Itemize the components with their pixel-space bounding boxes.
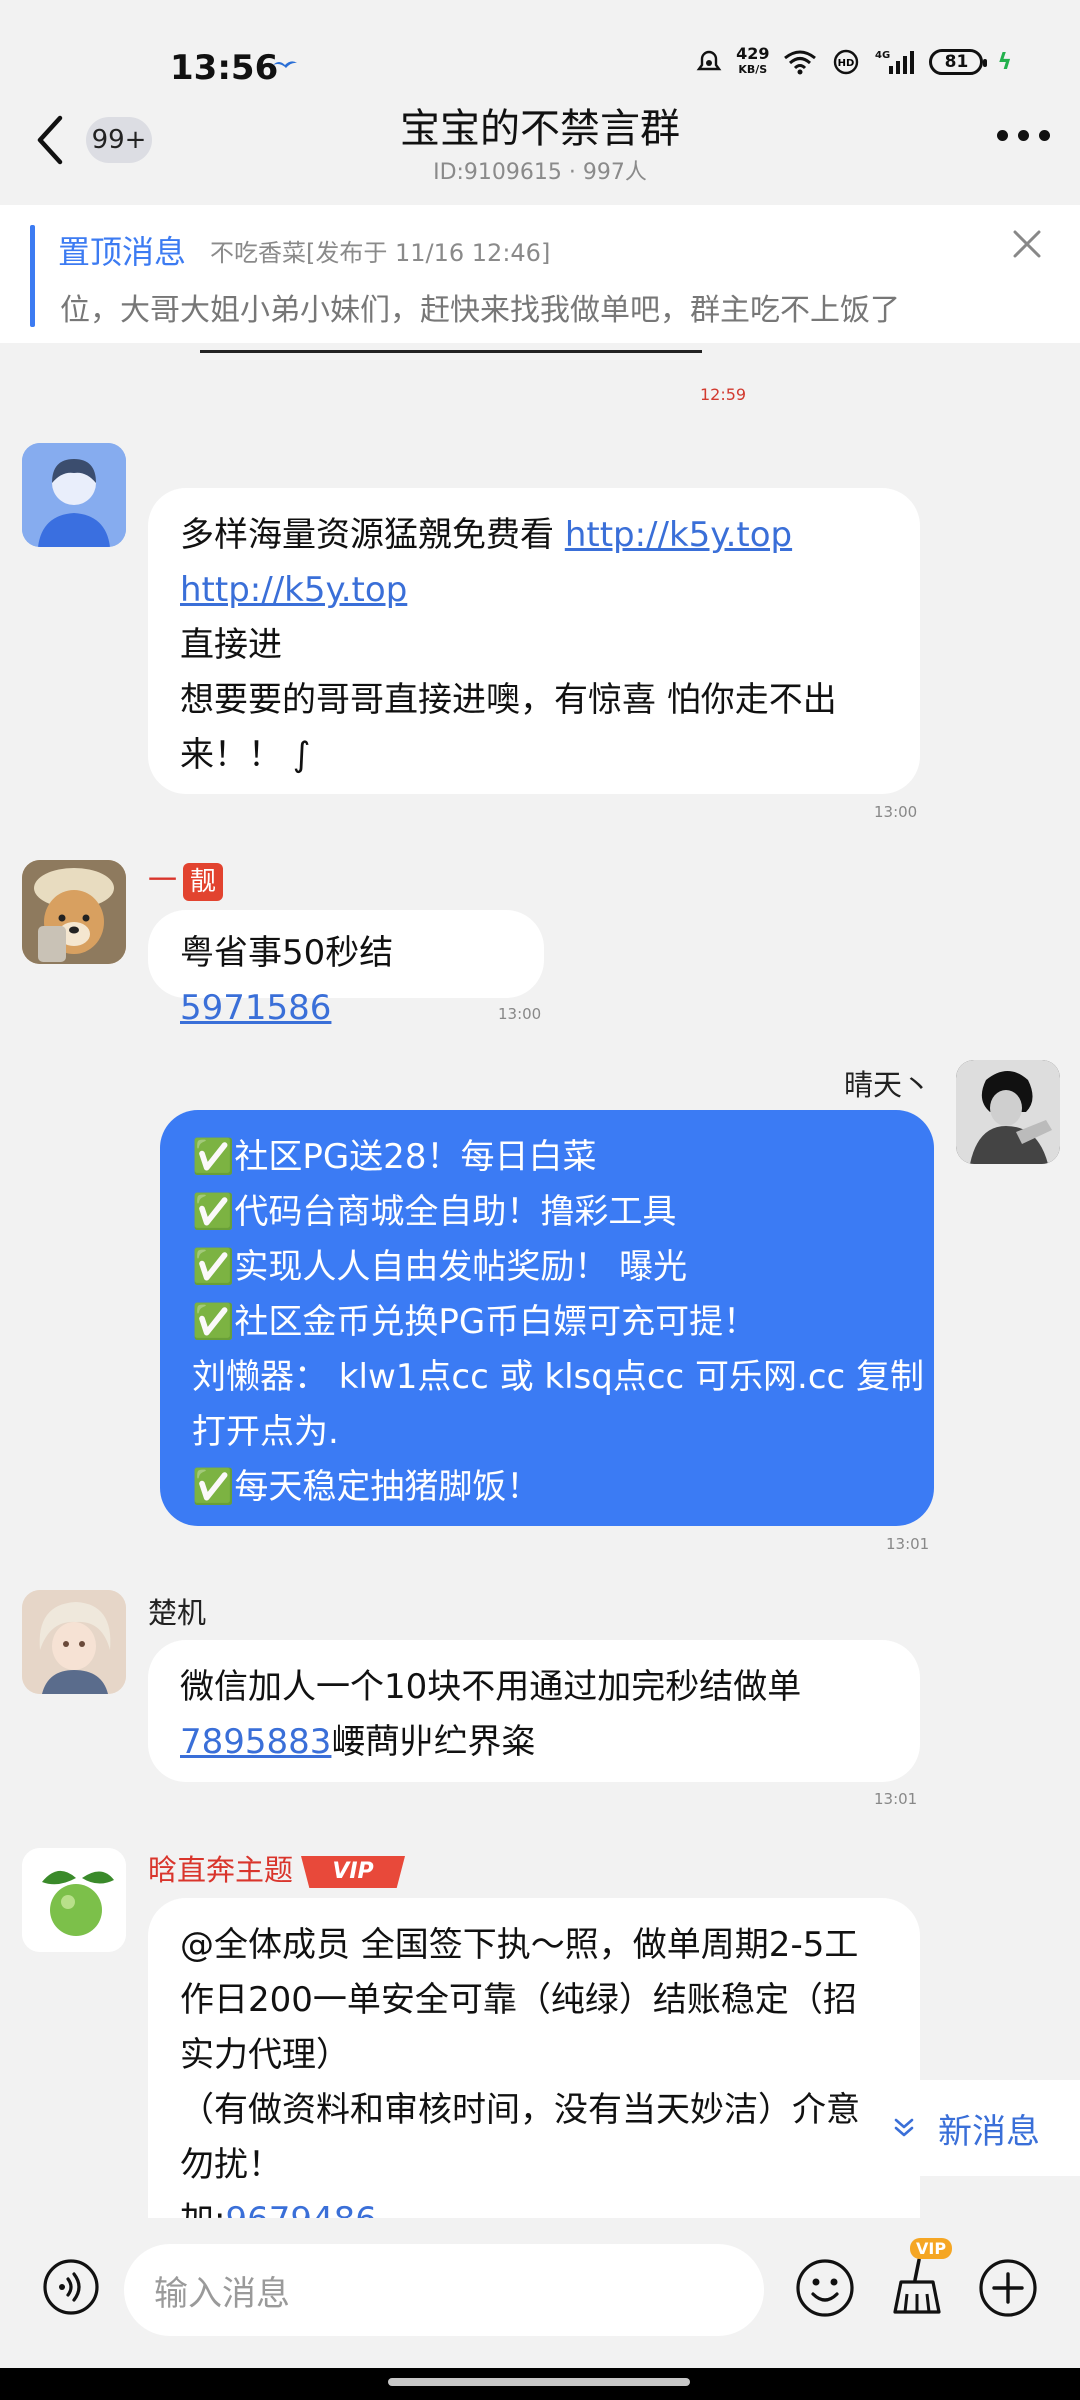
message-time: 13:01 [874,1790,918,1808]
system-nav-bar [0,2368,1080,2400]
double-chevron-down-icon [894,2118,914,2137]
sender-name[interactable]: 一靓 [148,857,224,901]
avatar[interactable] [956,1060,1060,1164]
own-message-bubble[interactable]: ✅社区PG送28！每日白菜 ✅代码台商城全自助！撸彩工具 ✅实现人人自由发帖奖励… [160,1110,934,1526]
message-link[interactable]: 7895883 [180,1722,331,1762]
avatar[interactable] [22,1848,126,1952]
message-bubble[interactable]: 微信加人一个10块不用通过加完秒结做单 7895883崾蔄丱纻界粢 [148,1640,920,1782]
new-message-button[interactable]: 新消息 [862,2080,1080,2176]
message-link[interactable]: http://k5y.top [565,515,792,555]
member-tag: 靓 [183,863,224,901]
input-bar: 输入消息 VIP [0,2218,1080,2368]
avatar[interactable] [22,860,126,964]
pinned-meta: 不吃香菜[发布于 11/16 12:46] [210,239,551,267]
message-time: 13:00 [498,1005,542,1023]
message-input[interactable]: 输入消息 [124,2244,764,2336]
wifi-icon [784,50,817,75]
pinned-text: 位，大哥大姐小弟小妹们，赶快来找我做单吧，群主吃不上饭了 [60,293,900,328]
message-link[interactable]: 5971586 [180,988,331,1028]
battery-indicator: 81 [929,49,988,75]
message-bubble[interactable]: @全体成员 全国签下执～照，做单周期2-5工 作日200一单安全可靠（纯绿）结账… [148,1898,920,2220]
broom-icon[interactable] [885,2254,949,2318]
default-user-icon [22,443,126,547]
pinned-title: 置顶消息 [58,233,187,271]
divider [200,350,702,353]
charging-icon: ϟ [997,49,1012,75]
close-icon[interactable] [1010,227,1044,261]
more-options-icon[interactable] [997,130,1050,141]
status-time: 13:56 [170,48,279,88]
pinned-accent-bar [30,225,35,327]
message-time: 13:00 [874,803,918,821]
pinned-message[interactable]: 置顶消息 不吃香菜[发布于 11/16 12:46] 位，大哥大姐小弟小妹们，赶… [0,205,1080,343]
avatar[interactable] [22,1590,126,1694]
sender-name[interactable]: 楚机 [148,1590,206,1632]
message-bubble[interactable]: 多样海量资源猛覫免费看 http://k5y.top http://k5y.to… [148,488,920,794]
signal-icon: 4G [875,50,915,74]
message-time: 12:59 [700,385,747,404]
emoji-icon[interactable] [795,2258,855,2318]
vip-badge: VIP [301,1856,406,1888]
avatar[interactable] [22,443,126,547]
group-subtitle: ID:9109615 · 997人 [433,160,647,185]
group-title: 宝宝的不禁言群 [400,106,680,152]
dog-avatar-icon [22,860,126,964]
user-photo-icon [956,1060,1060,1164]
lime-avatar-icon [22,1848,126,1952]
svg-text:HD: HD [838,58,855,69]
svg-text:4G: 4G [875,50,890,61]
home-indicator[interactable] [388,2378,690,2386]
voice-icon[interactable] [42,2258,100,2316]
message-time: 13:01 [886,1535,930,1553]
bird-icon [273,61,297,68]
sender-name[interactable]: 晴天丶 [844,1062,931,1104]
anime-avatar-icon [22,1590,126,1694]
notification-bell-icon [696,50,722,71]
vip-badge: VIP [910,2238,953,2259]
plus-icon[interactable] [978,2258,1038,2318]
chat-header: 99+ 宝宝的不禁言群 ID:9109615 · 997人 [0,90,1080,200]
message-link[interactable]: http://k5y.top [180,570,407,610]
message-link[interactable]: 9679486 [225,2200,376,2220]
sender-name[interactable]: 晗直奔主题 VIP [148,1847,406,1889]
message-bubble[interactable]: 粤省事50秒结5971586 [148,910,544,1028]
status-icons: 429 KB/S HD 4G 81 ϟ [696,46,1012,78]
hd-icon: HD [834,49,859,75]
network-rate: 429 KB/S [736,44,770,77]
